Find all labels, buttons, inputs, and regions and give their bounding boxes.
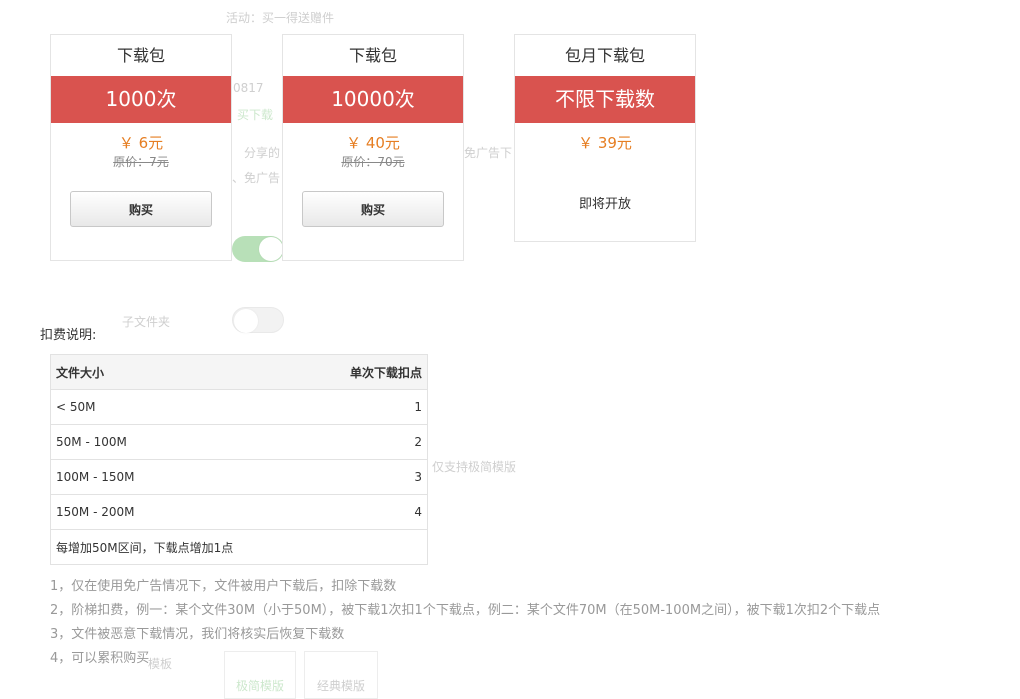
package-price: ￥ 39元 (578, 134, 632, 152)
package-card-monthly: 包月下载包 不限下载数 ￥ 39元 即将开放 (514, 34, 696, 242)
bg-code-text: 0817 (233, 81, 264, 95)
buy-button-10000[interactable]: 购买 (302, 191, 444, 227)
bg-template-note: 仅支持极简模版 (432, 460, 517, 474)
points-cell: 2 (246, 424, 428, 460)
fee-notes: 1，仅在使用免广告情况下，文件被用户下载后，扣除下载数 2，阶梯扣费，例一：某个… (50, 578, 880, 674)
bg-template-simple-label: 极简模版 (236, 679, 285, 693)
table-footer-row: 每增加50M区间，下载点增加1点 (50, 529, 428, 565)
file-size-cell: 50M - 100M (50, 424, 247, 460)
package-count: 10000次 (283, 76, 463, 123)
bg-template-classic-label: 经典模版 (317, 679, 366, 693)
buy-button-1000[interactable]: 购买 (70, 191, 212, 227)
package-original-price: 原价：70元 (341, 155, 405, 169)
fee-explanation-label: 扣费说明: (40, 328, 97, 343)
package-price: ￥ 6元 (118, 134, 164, 152)
bg-adfree-text-2: 、免广告 (232, 171, 281, 185)
package-card-1000: 下载包 1000次 ￥ 6元 原价：7元 购买 (50, 34, 232, 261)
bg-promo-text: 活动：买一得送赠件 (226, 11, 335, 25)
package-count: 不限下载数 (515, 76, 695, 123)
package-title: 包月下载包 (564, 46, 645, 65)
column-header-points: 单次下载扣点 (246, 354, 428, 390)
bg-share-text: 分享的 (244, 146, 281, 160)
package-card-10000: 下载包 10000次 ￥ 40元 原价：70元 购买 (282, 34, 464, 261)
file-size-cell: 100M - 150M (50, 459, 247, 495)
package-original-price: 原价：7元 (113, 155, 169, 169)
column-header-file-size: 文件大小 (50, 354, 247, 390)
bg-adfree-text: 免广告下 (464, 146, 513, 160)
note-item: 2，阶梯扣费，例一：某个文件30M（小于50M），被下载1次扣1个下载点，例二：… (50, 603, 881, 618)
bg-buy-text: 买下载 (237, 108, 274, 122)
points-cell: 1 (246, 389, 428, 425)
table-row: < 50M 1 (50, 389, 428, 425)
note-item: 3，文件被恶意下载情况，我们将核实后恢复下载数 (50, 627, 345, 642)
package-price: ￥ 40元 (346, 134, 400, 152)
fee-footer-note: 每增加50M区间，下载点增加1点 (50, 529, 428, 565)
package-title: 下载包 (348, 46, 397, 65)
note-item: 1，仅在使用免广告情况下，文件被用户下载后，扣除下载数 (50, 579, 397, 594)
bg-toggle-off (232, 307, 284, 333)
coming-soon-text: 即将开放 (578, 197, 631, 212)
bg-toggle-on (232, 236, 284, 262)
file-size-cell: 150M - 200M (50, 494, 247, 530)
points-cell: 4 (246, 494, 428, 530)
points-cell: 3 (246, 459, 428, 495)
file-size-cell: < 50M (50, 389, 247, 425)
table-row: 100M - 150M 3 (50, 459, 428, 495)
package-count: 1000次 (51, 76, 231, 123)
table-header-row: 文件大小 单次下载扣点 (50, 354, 428, 390)
package-title: 下载包 (116, 46, 165, 65)
table-row: 150M - 200M 4 (50, 494, 428, 530)
fee-table: 文件大小 单次下载扣点 < 50M 1 50M - 100M 2 100M - … (50, 354, 428, 565)
table-row: 50M - 100M 2 (50, 424, 428, 460)
bg-subfolder-text: 子文件夹 (122, 315, 171, 329)
note-item: 4，可以累积购买 (50, 651, 150, 666)
